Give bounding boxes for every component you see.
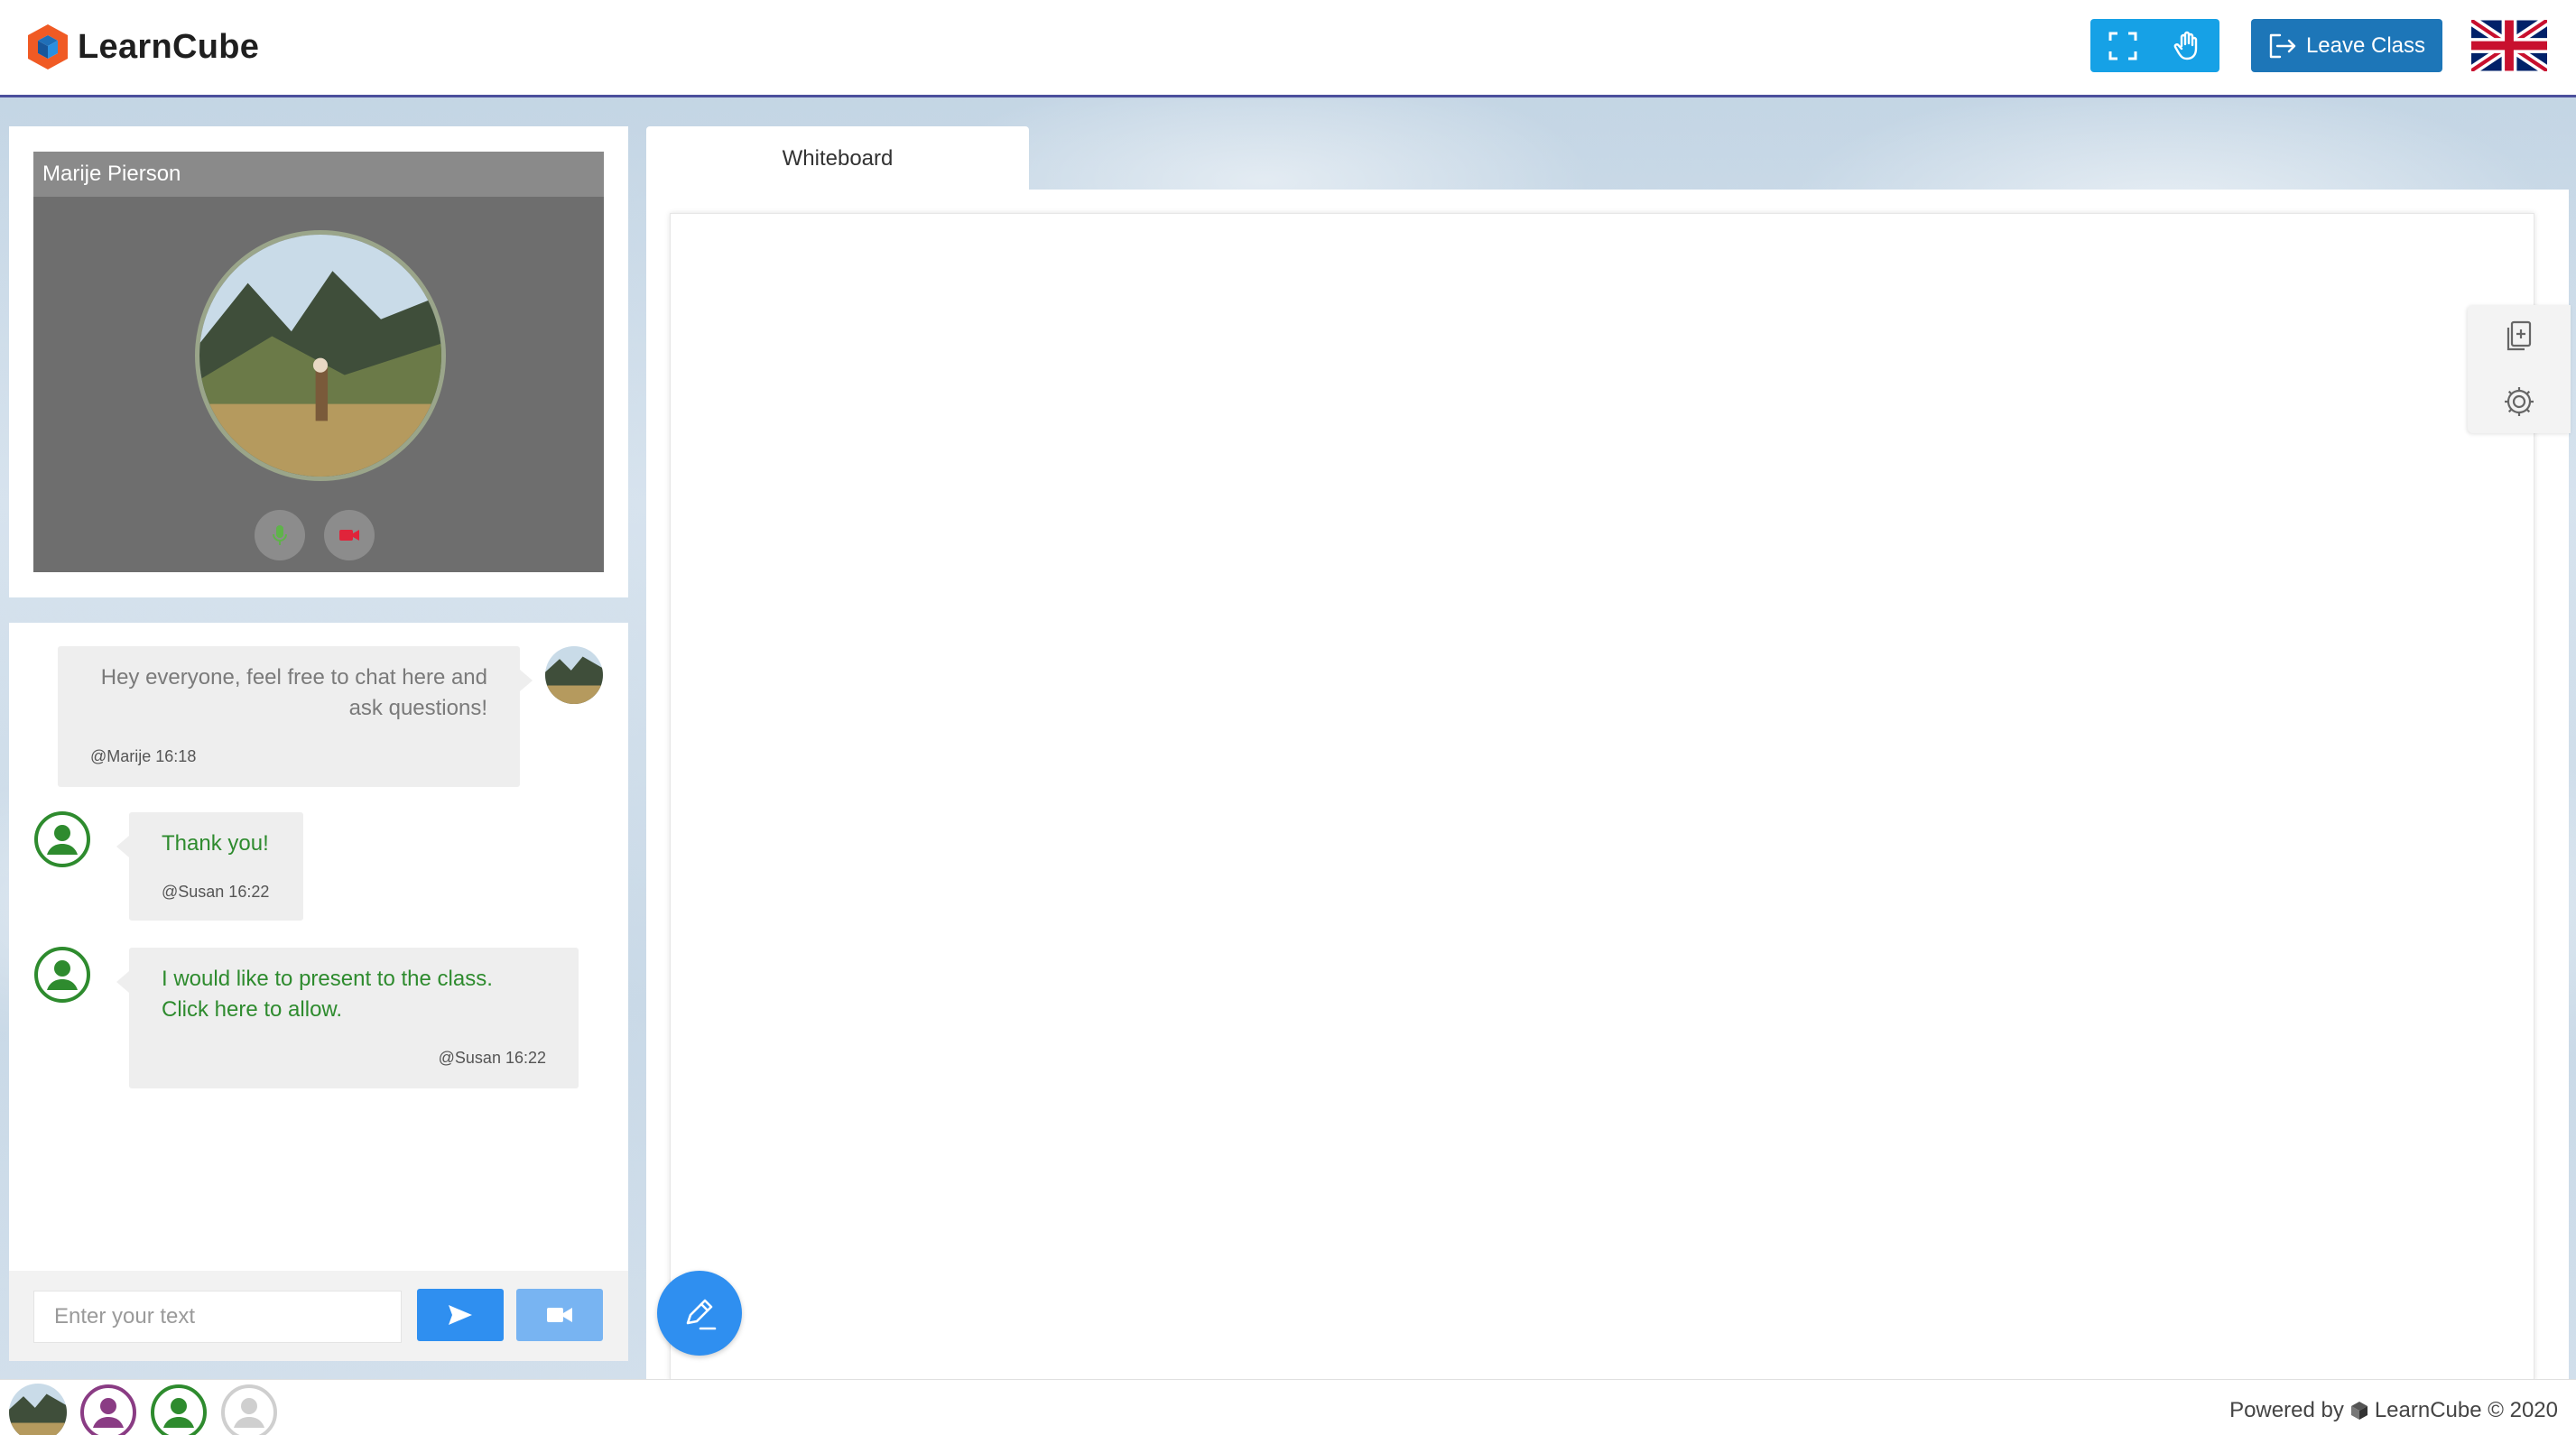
avatar xyxy=(33,946,91,1004)
landscape-photo xyxy=(9,1384,67,1435)
avatar xyxy=(33,810,91,868)
user-icon xyxy=(34,947,90,1003)
tab-whiteboard[interactable]: Whiteboard xyxy=(646,126,1029,191)
leave-class-label: Leave Class xyxy=(2305,32,2426,58)
add-page-icon xyxy=(2507,320,2532,351)
user-icon xyxy=(34,811,90,867)
brand-name: LearnCube xyxy=(78,27,260,66)
chat-message: Thank you! @Susan 16:22 xyxy=(116,812,303,921)
participant-avatar xyxy=(195,230,446,481)
chat-message: Hey everyone, feel free to chat here and… xyxy=(58,646,533,787)
pen-icon xyxy=(686,1299,717,1330)
pen-tool-button[interactable] xyxy=(657,1271,742,1356)
leave-class-button[interactable]: Leave Class xyxy=(2251,19,2442,72)
participant-avatar[interactable] xyxy=(79,1384,137,1435)
raise-hand-button[interactable] xyxy=(2154,19,2219,72)
participant-avatar[interactable] xyxy=(9,1384,67,1435)
learncube-logo[interactable]: LearnCube xyxy=(25,22,259,72)
uk-flag-icon[interactable] xyxy=(2471,20,2547,71)
message-text[interactable]: I would like to present to the class. Cl… xyxy=(162,964,493,1025)
video-camera-icon xyxy=(339,530,359,541)
chat-input[interactable] xyxy=(33,1291,402,1343)
exit-icon xyxy=(2269,33,2296,58)
chat-panel: Hey everyone, feel free to chat here and… xyxy=(9,623,628,1361)
fullscreen-icon xyxy=(2108,32,2136,60)
user-icon xyxy=(221,1384,277,1435)
toggle-camera-button[interactable] xyxy=(324,510,375,560)
user-icon xyxy=(151,1384,207,1435)
video-panel: Marije Pierson xyxy=(9,126,628,597)
participant-name: Marije Pierson xyxy=(33,152,604,197)
video-message-button[interactable] xyxy=(516,1289,603,1341)
send-icon xyxy=(449,1305,472,1325)
chat-composer xyxy=(9,1271,628,1361)
mute-mic-button[interactable] xyxy=(255,510,305,560)
video-camera-icon xyxy=(547,1308,572,1322)
fullscreen-button[interactable] xyxy=(2090,19,2154,72)
message-meta: @Susan 16:22 xyxy=(438,1049,546,1067)
whiteboard-area xyxy=(646,190,2569,1381)
participant-avatar[interactable] xyxy=(150,1384,208,1435)
participant-avatar[interactable] xyxy=(220,1384,278,1435)
view-tools xyxy=(2090,19,2219,72)
cube-icon xyxy=(2350,1402,2368,1420)
message-meta: @Susan 16:22 xyxy=(162,883,270,901)
send-button[interactable] xyxy=(417,1289,504,1341)
message-meta: @Marije 16:18 xyxy=(90,747,197,765)
learncube-logo-icon xyxy=(28,24,68,69)
message-text: Hey everyone, feel free to chat here and… xyxy=(100,665,487,720)
top-bar: LearnCube Leave Class xyxy=(0,0,2576,97)
raise-hand-icon xyxy=(2173,31,2197,60)
avatar xyxy=(545,646,603,704)
whiteboard-settings-button[interactable] xyxy=(2468,370,2571,433)
add-page-button[interactable] xyxy=(2468,305,2571,368)
whiteboard-canvas[interactable] xyxy=(670,213,2534,1381)
landscape-photo xyxy=(545,646,603,704)
whiteboard-side-tools xyxy=(2468,305,2571,433)
user-icon xyxy=(80,1384,136,1435)
footer: Powered by LearnCube © 2020 xyxy=(0,1379,2576,1435)
gear-icon xyxy=(2505,387,2534,416)
landscape-photo xyxy=(199,235,441,477)
powered-by: Powered by LearnCube © 2020 xyxy=(2229,1398,2558,1422)
message-text: Thank you! xyxy=(162,831,269,856)
microphone-icon xyxy=(273,525,287,545)
participant-video: Marije Pierson xyxy=(33,152,604,572)
present-request-message[interactable]: I would like to present to the class. Cl… xyxy=(116,948,579,1088)
